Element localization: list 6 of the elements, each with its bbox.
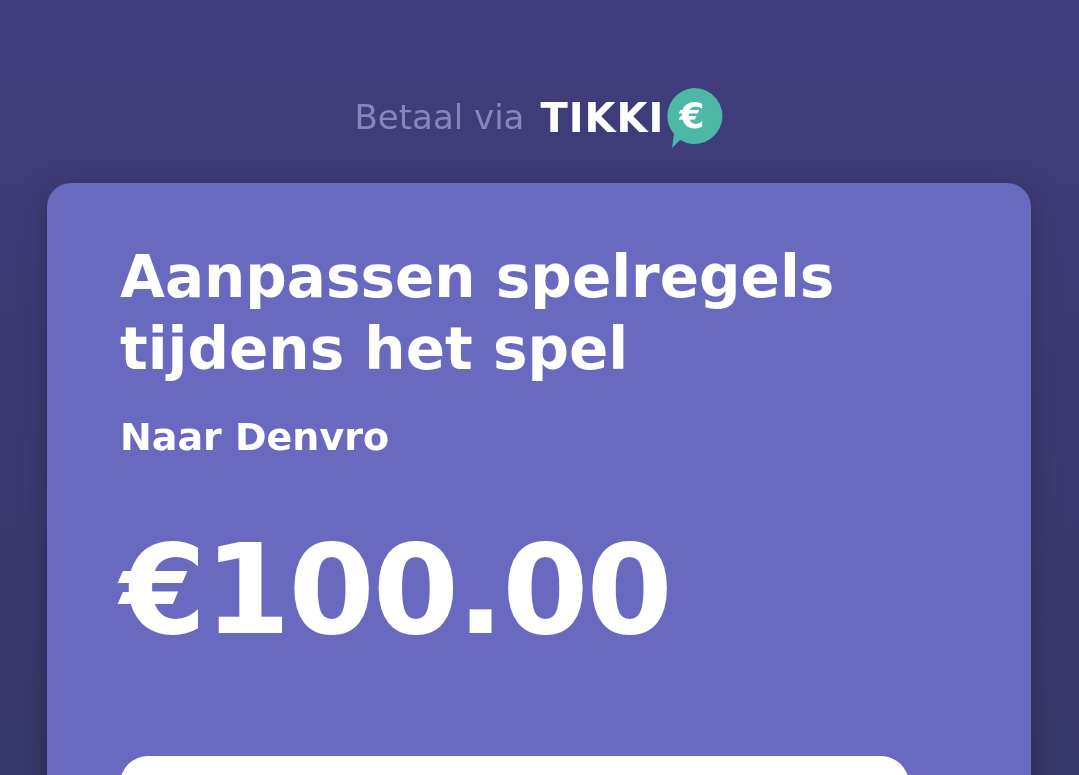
speech-bubble-icon: € [664, 85, 725, 150]
header-caption: Betaal via [354, 96, 525, 139]
amount-text: €100.00 [120, 528, 672, 652]
request-title: Aanpassen spelregels tijdens het spel [120, 242, 836, 385]
recipient-label: Naar Denvro [120, 414, 391, 461]
brand-logo-text: TIKKI [540, 93, 665, 143]
